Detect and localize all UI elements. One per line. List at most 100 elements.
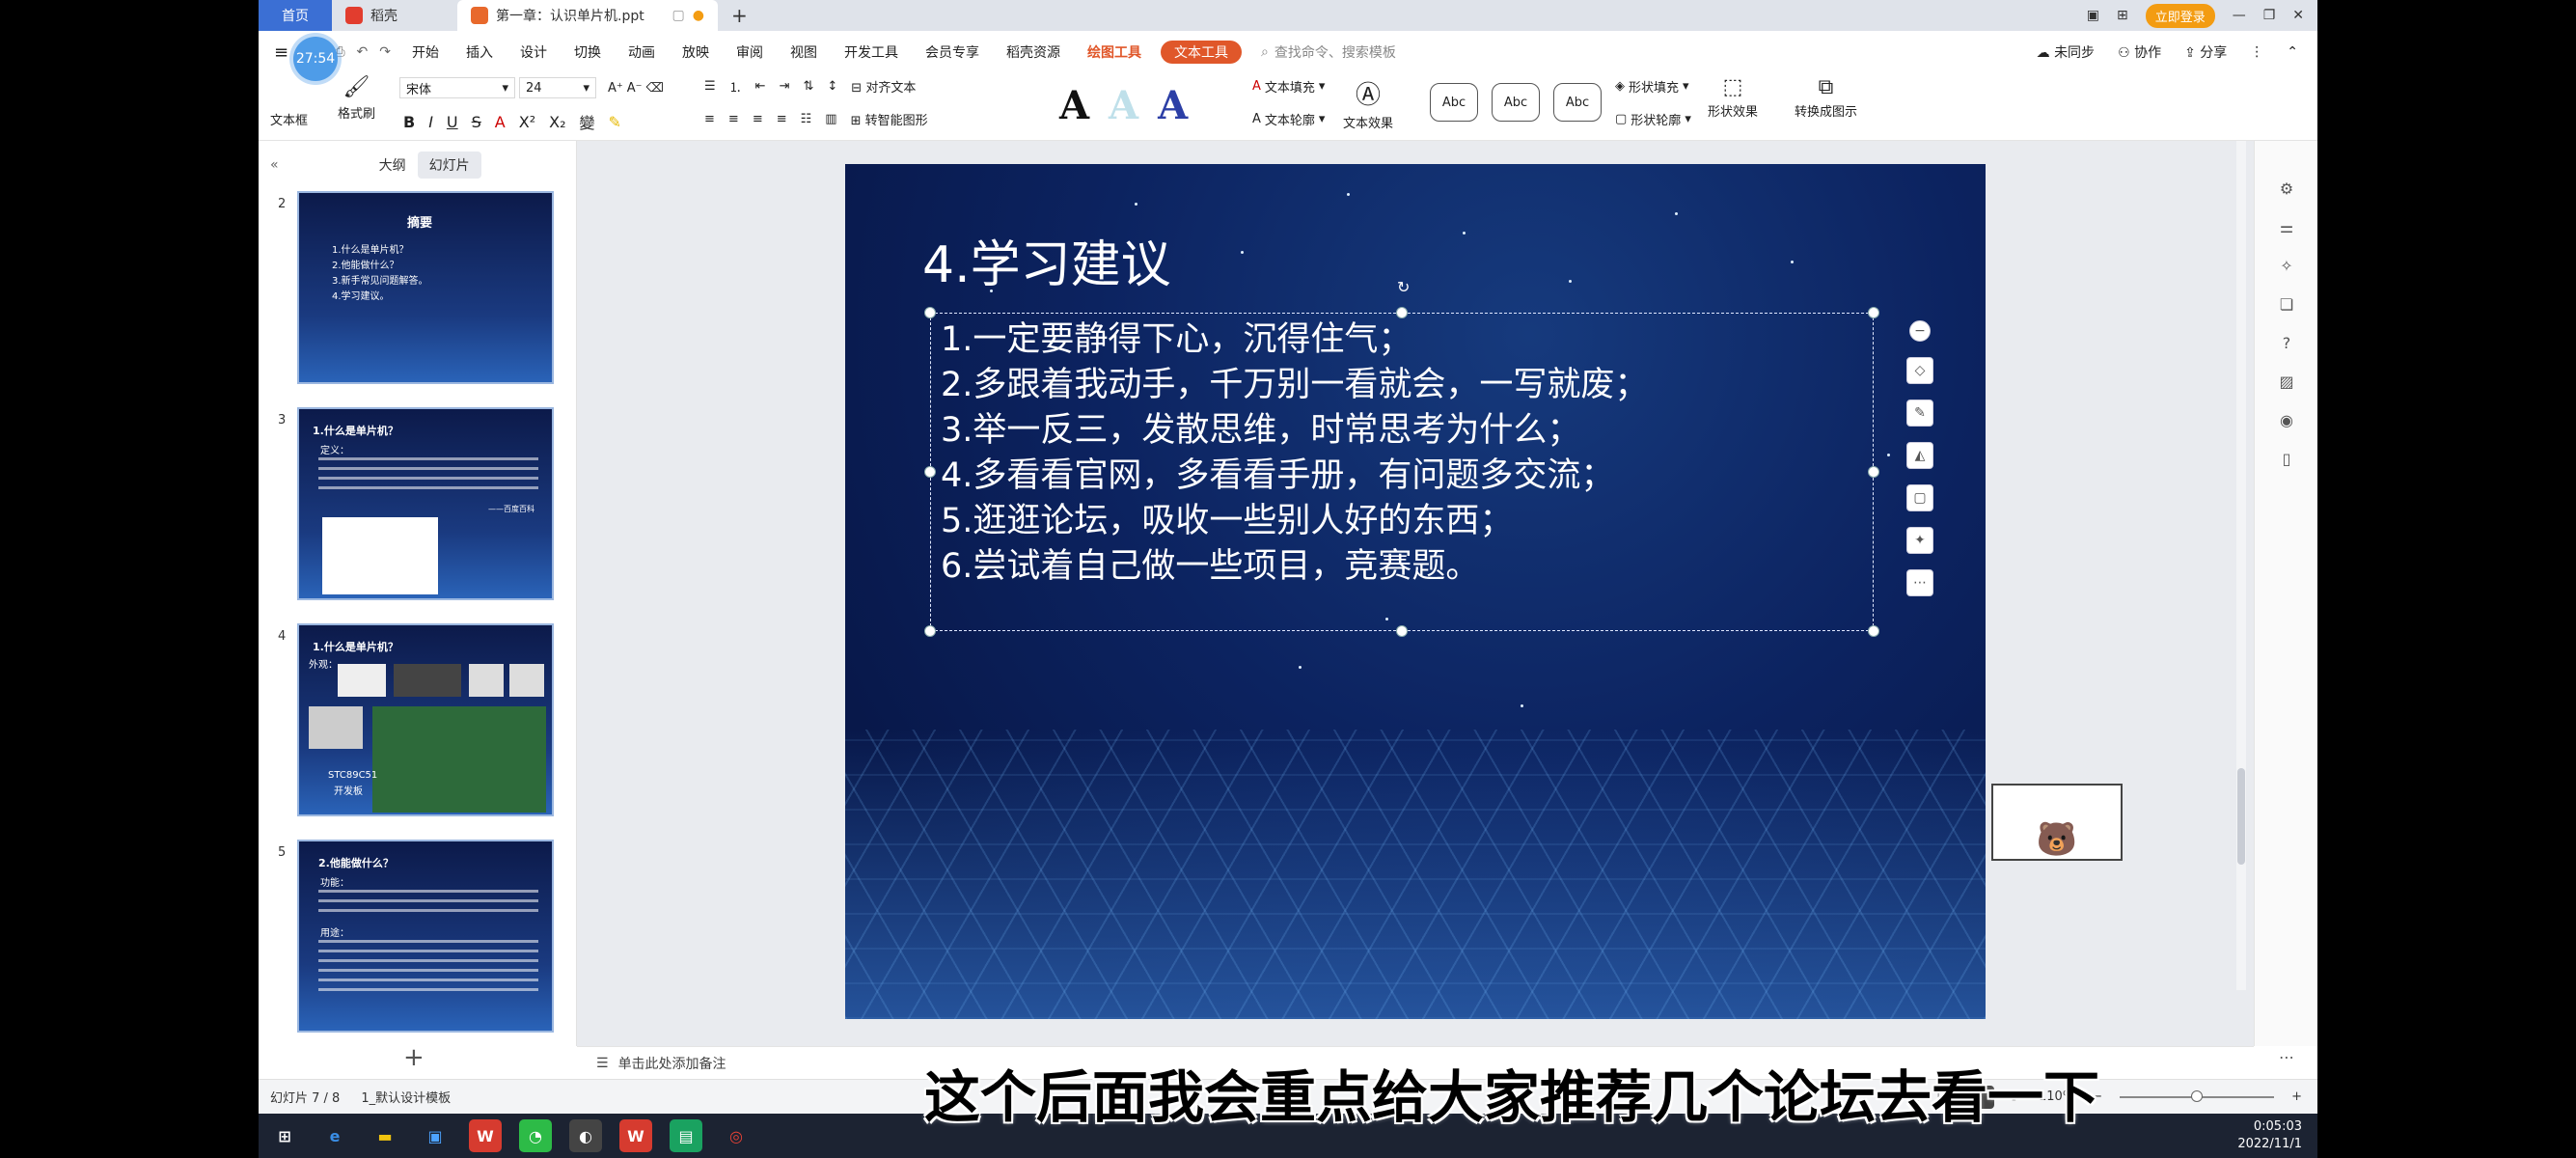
menu-docer-resources[interactable]: 稻壳资源: [993, 31, 1074, 73]
lightbulb-icon[interactable]: ✦: [1906, 527, 1933, 554]
book-icon[interactable]: ▯: [2276, 450, 2297, 471]
align-left-icon[interactable]: ≡: [704, 112, 715, 126]
collab-button[interactable]: ⚇ 协作: [2118, 42, 2161, 62]
grid-icon[interactable]: ⊞: [2117, 8, 2128, 23]
wechat-icon[interactable]: ◔: [519, 1119, 552, 1152]
shape-fill-button[interactable]: ◈ 形状填充 ▾: [1615, 77, 1689, 96]
resize-handle[interactable]: [1868, 466, 1879, 478]
tab-document[interactable]: 第一章：认识单片机.ppt ▢ ●: [457, 0, 718, 31]
convert-diagram-button[interactable]: ⧉ 转换成图示: [1795, 75, 1857, 120]
slide-thumbnail-3[interactable]: 1.什么是单片机？ 定义： ——百度百科: [297, 407, 554, 600]
vertical-scrollbar[interactable]: [2236, 141, 2246, 990]
font-color-icon[interactable]: A: [495, 113, 506, 131]
bullets-icon[interactable]: ☰: [704, 79, 716, 94]
edge-icon[interactable]: e: [318, 1119, 351, 1152]
start-icon[interactable]: ⊞: [268, 1119, 301, 1152]
menu-start[interactable]: 开始: [398, 31, 452, 73]
shape-effect-button[interactable]: ⬚ 形状效果: [1708, 75, 1758, 120]
collapse-ribbon-icon[interactable]: ⌃: [2287, 44, 2298, 60]
tab-outline[interactable]: 大纲: [368, 152, 418, 179]
phonetic-icon[interactable]: 變: [580, 110, 595, 133]
text-style-light[interactable]: A: [1109, 83, 1138, 128]
resize-handle[interactable]: [1396, 625, 1408, 637]
grow-font-icon[interactable]: A⁺: [608, 81, 623, 96]
wps-active-icon[interactable]: W: [619, 1119, 652, 1152]
login-button[interactable]: 立即登录: [2145, 3, 2215, 28]
tab-slides[interactable]: 幻灯片: [417, 152, 481, 179]
content-textbox[interactable]: 1.一定要静得下心，沉得住气； 2.多跟着我动手，千万别一看就会，一写就废； 3…: [924, 307, 1879, 637]
system-clock[interactable]: 0:05:03 2022/11/1: [2237, 1118, 2317, 1153]
format-painter-button[interactable]: 🖌 格式刷: [338, 75, 375, 122]
smartart-button[interactable]: ⊞ 转智能图形: [851, 110, 928, 128]
menu-view[interactable]: 视图: [777, 31, 831, 73]
redo-icon[interactable]: ↷: [379, 44, 391, 60]
new-tab-button[interactable]: +: [718, 0, 761, 31]
image-icon[interactable]: ▨: [2276, 372, 2297, 394]
strikethrough-icon[interactable]: S: [472, 113, 481, 131]
bold-icon[interactable]: B: [403, 113, 415, 131]
resize-handle[interactable]: [1868, 307, 1879, 318]
italic-icon[interactable]: I: [428, 113, 433, 131]
adjust-icon[interactable]: ⚌: [2276, 218, 2297, 239]
highlight-icon[interactable]: ✎: [609, 113, 621, 131]
shape-style-3[interactable]: Abc: [1553, 83, 1602, 122]
shrink-font-icon[interactable]: A⁻: [627, 81, 643, 96]
sync-button[interactable]: ☁ 未同步: [2037, 42, 2095, 62]
outdent-icon[interactable]: ⇥: [780, 79, 790, 94]
close-tab-icon[interactable]: ▢: [672, 8, 685, 23]
menu-insert[interactable]: 插入: [452, 31, 507, 73]
tab-home[interactable]: 首页: [259, 0, 332, 31]
slide-thumbnail-4[interactable]: 1.什么是单片机？ 外观： STC89C51 开发板: [297, 623, 554, 816]
minimize-icon[interactable]: —: [2233, 8, 2246, 23]
share-button[interactable]: ⇪ 分享: [2184, 42, 2227, 62]
pen-icon[interactable]: ✎: [1906, 400, 1933, 427]
slide-thumbnail-2[interactable]: 摘要 1.什么是单片机？ 2.他能做什么？ 3.新手常见问题解答。 4.学习建议…: [297, 191, 554, 384]
menu-drawing-tools[interactable]: 绘图工具: [1074, 31, 1155, 73]
text-style-blue[interactable]: A: [1158, 83, 1188, 128]
style-icon[interactable]: ⚙: [2276, 179, 2297, 201]
align-center-icon[interactable]: ≡: [728, 112, 739, 126]
border-icon[interactable]: ▢: [1906, 484, 1933, 511]
add-slide-button[interactable]: +: [403, 1043, 425, 1072]
zoom-slider-knob[interactable]: [2191, 1089, 2204, 1102]
resize-handle[interactable]: [1868, 625, 1879, 637]
justify-icon[interactable]: ≡: [777, 112, 787, 126]
resize-handle[interactable]: [924, 307, 936, 318]
text-outline-button[interactable]: A 文本轮廓 ▾: [1252, 110, 1325, 128]
menu-review[interactable]: 审阅: [723, 31, 777, 73]
indent-icon[interactable]: ⇤: [755, 79, 766, 94]
clear-format-icon[interactable]: ⌫: [646, 81, 664, 96]
fill-bucket-icon[interactable]: ◭: [1906, 442, 1933, 469]
text-effect-button[interactable]: Ⓐ 文本效果: [1343, 75, 1393, 131]
resize-handle[interactable]: [924, 625, 936, 637]
scrollbar-thumb[interactable]: [2237, 768, 2245, 865]
distribute-icon[interactable]: ☷: [801, 112, 812, 126]
align-right-icon[interactable]: ≡: [753, 112, 763, 126]
store-icon[interactable]: ▣: [419, 1119, 452, 1152]
text-fill-button[interactable]: A 文本填充 ▾: [1252, 77, 1325, 96]
green-app-icon[interactable]: ▤: [670, 1119, 702, 1152]
collapse-panel-icon[interactable]: «: [259, 157, 290, 173]
align-text-button[interactable]: ⊟ 对齐文本: [851, 77, 916, 96]
menu-slideshow[interactable]: 放映: [669, 31, 723, 73]
current-slide[interactable]: 4.学习建议 ↻ 1.一定要静得下心，沉得住气； 2.多跟着我动手，千万别一看就…: [845, 164, 1986, 1019]
more-icon[interactable]: ⋮: [2250, 44, 2263, 60]
resize-handle[interactable]: [924, 466, 936, 478]
columns-icon[interactable]: ▥: [825, 112, 836, 126]
shape-style-2[interactable]: Abc: [1492, 83, 1540, 122]
wps-icon[interactable]: W: [469, 1119, 502, 1152]
app-icon[interactable]: ◐: [569, 1119, 602, 1152]
command-search[interactable]: ⌕ 查找命令、搜索模板: [1261, 42, 1396, 62]
shape-style-1[interactable]: Abc: [1430, 83, 1478, 122]
subscript-icon[interactable]: X₂: [549, 113, 565, 131]
menu-transition[interactable]: 切换: [561, 31, 615, 73]
font-size-select[interactable]: 24 ▾: [519, 77, 596, 98]
collapse-icon[interactable]: −: [1909, 320, 1931, 342]
zoom-in-button[interactable]: +: [2291, 1089, 2302, 1104]
layers-icon[interactable]: ◇: [1906, 357, 1933, 384]
pin-icon[interactable]: ✧: [2276, 257, 2297, 278]
menu-vip[interactable]: 会员专享: [912, 31, 993, 73]
menu-animation[interactable]: 动画: [615, 31, 669, 73]
superscript-icon[interactable]: X²: [519, 113, 535, 131]
help-icon[interactable]: ?: [2276, 334, 2297, 355]
